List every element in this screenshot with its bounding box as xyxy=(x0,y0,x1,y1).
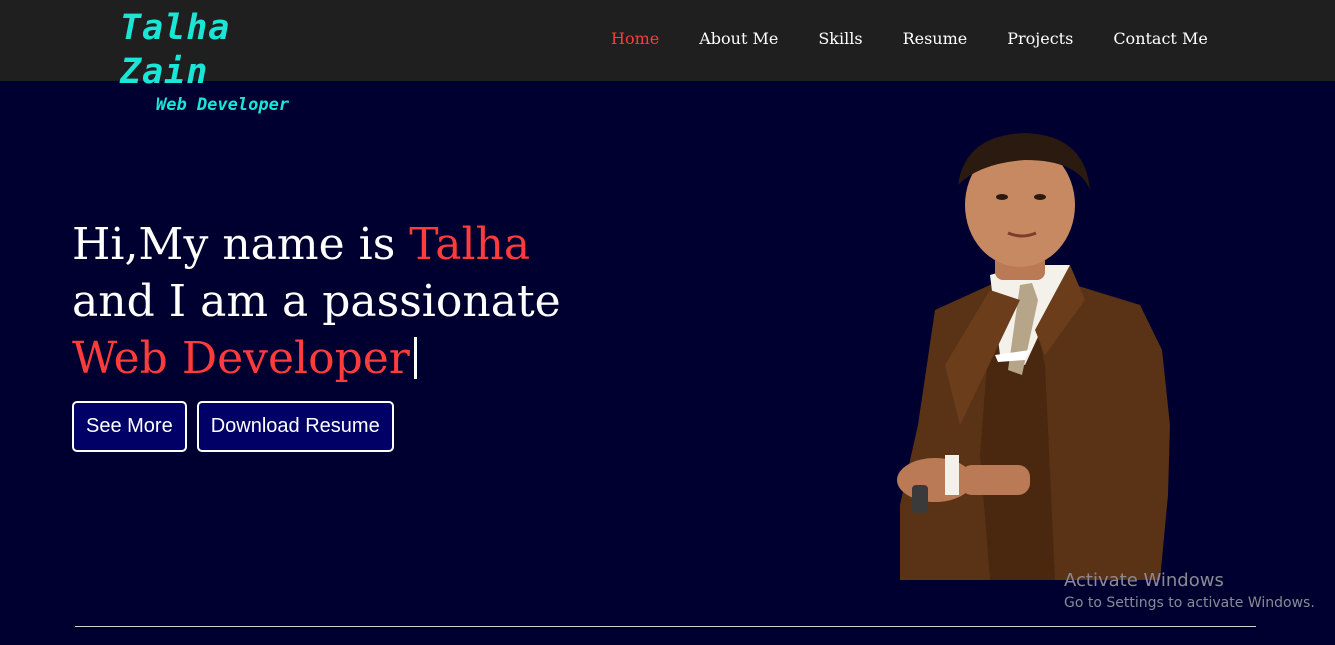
section-divider xyxy=(75,626,1256,627)
hero-actions: See More Download Resume xyxy=(72,401,394,452)
windows-activation-watermark: Activate Windows Go to Settings to activ… xyxy=(1064,570,1315,614)
hero-line-2: and I am a passionate xyxy=(72,276,561,327)
brand-tagline: Web Developer xyxy=(156,95,290,115)
hero-line-3: Web Developer xyxy=(72,330,632,387)
brand-name: Talha Zain xyxy=(120,8,231,92)
profile-photo xyxy=(897,133,1170,580)
typing-caret xyxy=(413,337,417,379)
nav-home[interactable]: Home xyxy=(611,28,659,50)
hero-name: Talha xyxy=(409,219,531,270)
hero-greeting: Hi,My name is xyxy=(72,219,410,270)
download-resume-button[interactable]: Download Resume xyxy=(196,401,394,452)
hero-line-1: Hi,My name is Talha xyxy=(72,216,632,273)
hero-role: Web Developer xyxy=(72,333,410,384)
see-more-button[interactable]: See More xyxy=(72,401,187,452)
nav-about-me[interactable]: About Me xyxy=(699,28,778,50)
nav-resume[interactable]: Resume xyxy=(903,28,968,50)
main-nav: Home About Me Skills Resume Projects Con… xyxy=(611,28,1248,50)
hero-heading: Hi,My name is Talha and I am a passionat… xyxy=(72,216,632,387)
watermark-title: Activate Windows xyxy=(1064,570,1224,591)
nav-skills[interactable]: Skills xyxy=(818,28,862,50)
nav-contact-me[interactable]: Contact Me xyxy=(1113,28,1207,50)
watermark-subtitle: Go to Settings to activate Windows. xyxy=(1064,595,1315,611)
brand-logo[interactable]: Talha Zain Web Developer xyxy=(120,6,340,116)
nav-projects[interactable]: Projects xyxy=(1007,28,1073,50)
navbar: Talha Zain Web Developer Home About Me S… xyxy=(0,0,1335,115)
